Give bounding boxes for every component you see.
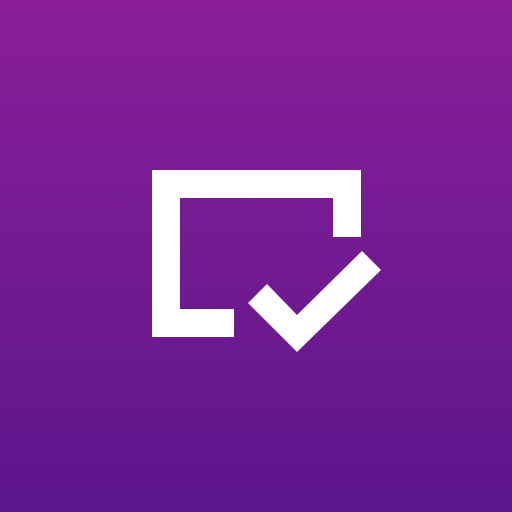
check-mark-shape — [248, 251, 381, 352]
app-icon — [0, 0, 512, 512]
checked-box-logo-icon — [152, 170, 381, 352]
